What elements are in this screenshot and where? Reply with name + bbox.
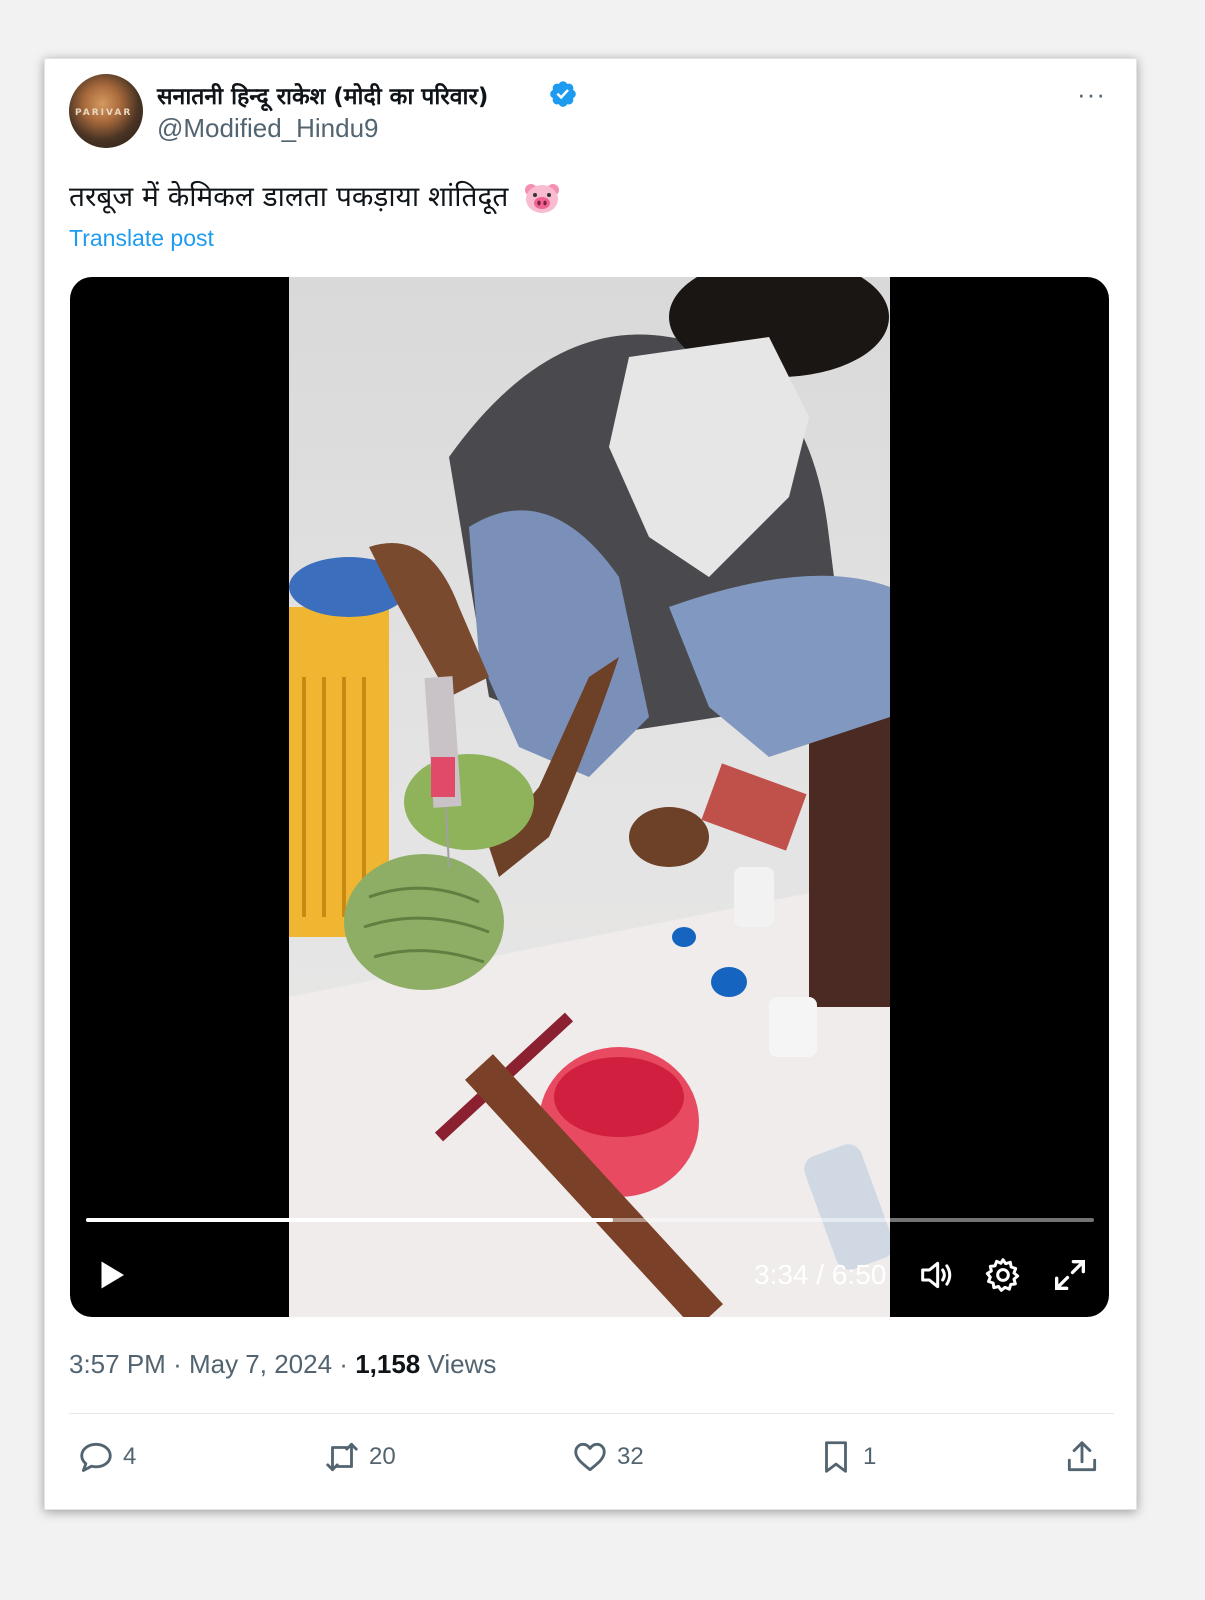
divider: [69, 1413, 1114, 1414]
current-time: 3:34: [754, 1259, 809, 1290]
author-handle[interactable]: @Modified_Hindu9: [157, 113, 379, 144]
repost-icon: [326, 1442, 358, 1472]
bookmark-icon: [825, 1441, 847, 1473]
video-player[interactable]: 3:34 / 6:50: [70, 277, 1109, 1317]
pig-face-icon: [525, 184, 560, 213]
volume-icon[interactable]: [916, 1255, 956, 1295]
more-options-icon[interactable]: ···: [1077, 79, 1106, 110]
reply-icon: [80, 1442, 112, 1472]
meta-dot: ·: [173, 1349, 182, 1379]
repost-button[interactable]: 20: [323, 1435, 396, 1479]
verified-badge-icon: [550, 81, 576, 107]
like-count: 32: [617, 1443, 644, 1470]
reply-button[interactable]: 4: [77, 1435, 136, 1479]
like-button[interactable]: 32: [571, 1435, 644, 1479]
progress-fill: [86, 1218, 614, 1222]
video-frame: [289, 277, 890, 1317]
bookmark-count: 1: [863, 1443, 877, 1470]
heart-icon: [574, 1442, 606, 1472]
time-separator: /: [816, 1259, 825, 1290]
reply-count: 4: [123, 1443, 137, 1470]
repost-count: 20: [369, 1443, 396, 1470]
avatar[interactable]: PARIVAR: [69, 74, 143, 148]
post-text-row: तरबूज में केमिकल डालता पकड़ाया शांतिदूत: [69, 177, 561, 215]
duration: 6:50: [831, 1259, 887, 1290]
meta-dot: ·: [339, 1349, 348, 1379]
fullscreen-icon[interactable]: [1050, 1255, 1090, 1295]
share-button[interactable]: [1063, 1435, 1109, 1479]
time-display: 3:34 / 6:50: [754, 1259, 886, 1291]
share-icon: [1067, 1441, 1097, 1472]
play-icon[interactable]: [94, 1257, 130, 1293]
video-scene: [289, 277, 890, 1317]
views-count: 1,158: [355, 1349, 421, 1379]
post-card: PARIVAR सनातनी हिन्दू राकेश (मोदी का परि…: [44, 58, 1137, 1510]
avatar-text: PARIVAR: [75, 108, 133, 118]
bookmark-button[interactable]: 1: [817, 1435, 876, 1479]
post-text: तरबूज में केमिकल डालता पकड़ाया शांतिदूत: [69, 180, 509, 213]
views-label: Views: [427, 1349, 497, 1379]
translate-post-link[interactable]: Translate post: [69, 225, 214, 252]
progress-bar[interactable]: [86, 1218, 1094, 1222]
post-time[interactable]: 3:57 PM: [69, 1349, 166, 1379]
author-name[interactable]: सनातनी हिन्दू राकेश (मोदी का परिवार): [157, 79, 488, 111]
post-date[interactable]: May 7, 2024: [189, 1349, 332, 1379]
post-meta: 3:57 PM · May 7, 2024 · 1,158 Views: [69, 1349, 496, 1380]
settings-icon[interactable]: [983, 1255, 1023, 1295]
